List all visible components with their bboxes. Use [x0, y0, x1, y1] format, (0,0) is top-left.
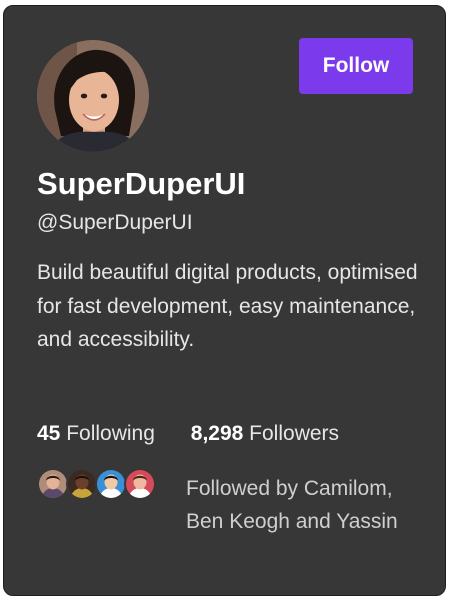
person-photo-icon — [68, 470, 96, 498]
profile-stats: 45 Following 8,298 Followers — [37, 420, 339, 448]
follower-avatar[interactable] — [37, 468, 69, 500]
profile-bio: Build beautiful digital products, optimi… — [37, 261, 418, 351]
profile-avatar — [37, 40, 149, 152]
person-photo-icon — [37, 40, 149, 152]
follower-avatar[interactable] — [124, 468, 156, 500]
followers-label: Followers — [249, 422, 340, 445]
person-photo-icon — [39, 470, 67, 498]
following-count: 45 — [37, 422, 61, 445]
following-label: Following — [66, 422, 155, 445]
followers-stat[interactable]: 8,298 Followers — [191, 420, 339, 448]
following-stat[interactable]: 45 Following — [37, 420, 155, 448]
followed-by-avatars — [37, 468, 167, 500]
person-photo-icon — [126, 470, 154, 498]
followed-by-text: Followed by Camilom, Ben Keogh and Yassi… — [186, 477, 398, 533]
profile-handle: @SuperDuperUI — [37, 211, 193, 234]
person-photo-icon — [97, 470, 125, 498]
follower-avatar[interactable] — [66, 468, 98, 500]
profile-name: SuperDuperUI — [37, 166, 246, 201]
follower-avatar[interactable] — [95, 468, 127, 500]
followers-count: 8,298 — [190, 422, 244, 445]
profile-card: Follow SuperDuperUI @SuperDuperUI Build … — [3, 5, 446, 596]
follow-button[interactable]: Follow — [299, 38, 413, 94]
